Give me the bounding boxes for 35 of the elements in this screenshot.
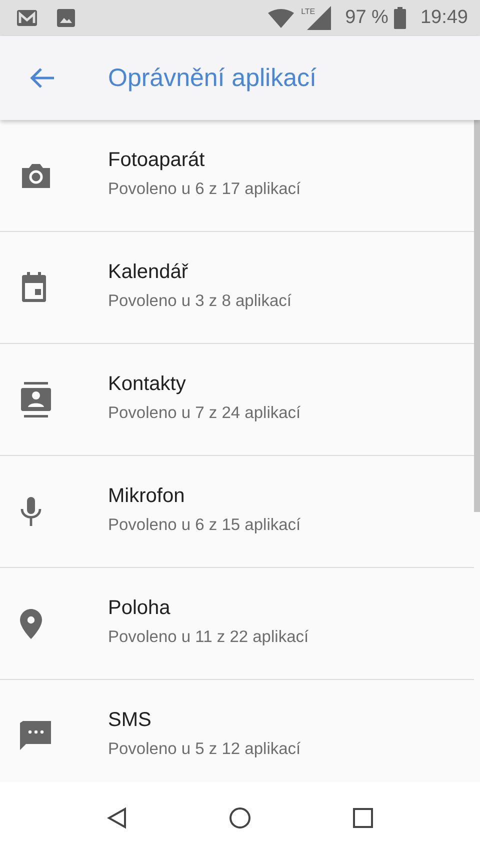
microphone-icon xyxy=(20,496,42,526)
permission-summary: Povoleno u 6 z 17 aplikací xyxy=(108,180,301,198)
page-title: Oprávnění aplikací xyxy=(108,64,316,92)
permission-item[interactable]: Kontakty Povoleno u 7 z 24 aplikací xyxy=(0,344,474,456)
permission-name: Mikrofon xyxy=(108,484,186,508)
calendar-icon xyxy=(20,272,48,304)
permission-item[interactable]: Mikrofon Povoleno u 6 z 15 aplikací xyxy=(0,456,474,568)
location-pin-icon xyxy=(20,608,42,638)
square-icon xyxy=(353,808,373,828)
triangle-icon xyxy=(107,807,127,829)
permission-summary: Povoleno u 6 z 15 aplikací xyxy=(108,516,301,534)
permission-item[interactable]: Kalendář Povoleno u 3 z 8 aplikací xyxy=(0,232,474,344)
permission-summary: Povoleno u 3 z 8 aplikací xyxy=(108,292,292,310)
image-icon xyxy=(56,8,76,28)
mail-icon xyxy=(16,9,38,27)
clock: 19:49 xyxy=(420,7,468,29)
back-arrow-icon xyxy=(29,67,55,89)
permission-item[interactable]: Poloha Povoleno u 11 z 22 aplikací xyxy=(0,568,474,680)
wifi-icon xyxy=(267,8,296,28)
circle-icon xyxy=(229,807,251,829)
permission-name: SMS xyxy=(108,708,152,732)
chat-bubble-icon xyxy=(20,720,52,752)
permission-name: Kontakty xyxy=(108,372,187,396)
contacts-icon xyxy=(20,382,52,418)
permission-summary: Povoleno u 11 z 22 aplikací xyxy=(108,628,309,646)
permission-name: Poloha xyxy=(108,596,172,620)
permission-name: Fotoaparát xyxy=(108,148,206,172)
permission-summary: Povoleno u 7 z 24 aplikací xyxy=(108,404,301,422)
battery-icon xyxy=(394,7,406,29)
permission-name: Kalendář xyxy=(108,260,190,284)
camera-icon xyxy=(20,162,52,190)
permission-summary: Povoleno u 5 z 12 aplikací xyxy=(108,740,301,758)
battery-percent: 97 % xyxy=(345,7,388,29)
permission-item[interactable]: Fotoaparát Povoleno u 6 z 17 aplikací xyxy=(0,120,474,232)
network-type: LTE xyxy=(301,7,316,16)
